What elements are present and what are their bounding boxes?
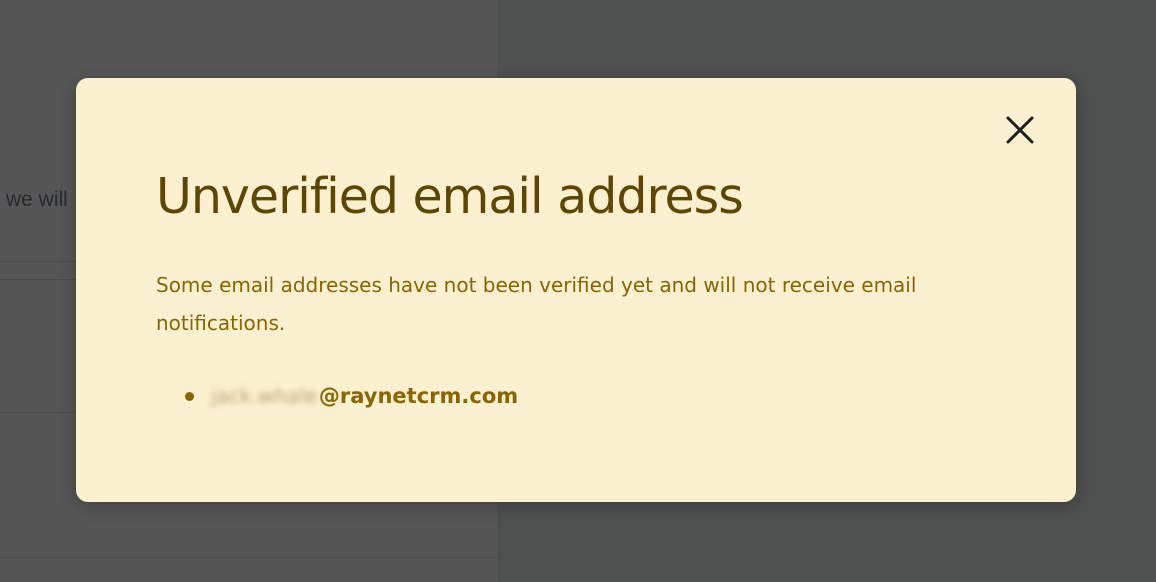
dialog-title: Unverified email address	[156, 168, 744, 225]
close-button[interactable]	[1002, 112, 1038, 148]
dialog-description: Some email addresses have not been verif…	[156, 273, 917, 335]
list-item: jack.whale @raynetcrm.com	[156, 378, 518, 414]
background-divider	[0, 557, 498, 558]
unverified-email-list: jack.whale @raynetcrm.com	[156, 378, 518, 414]
unverified-email-dialog: Unverified email address Some email addr…	[76, 78, 1076, 502]
bullet-icon	[185, 391, 194, 401]
close-icon	[1006, 116, 1034, 144]
email-local-part: jack.whale	[211, 384, 317, 408]
email-domain: @raynetcrm.com	[318, 384, 519, 408]
background-text: we will	[6, 188, 68, 211]
